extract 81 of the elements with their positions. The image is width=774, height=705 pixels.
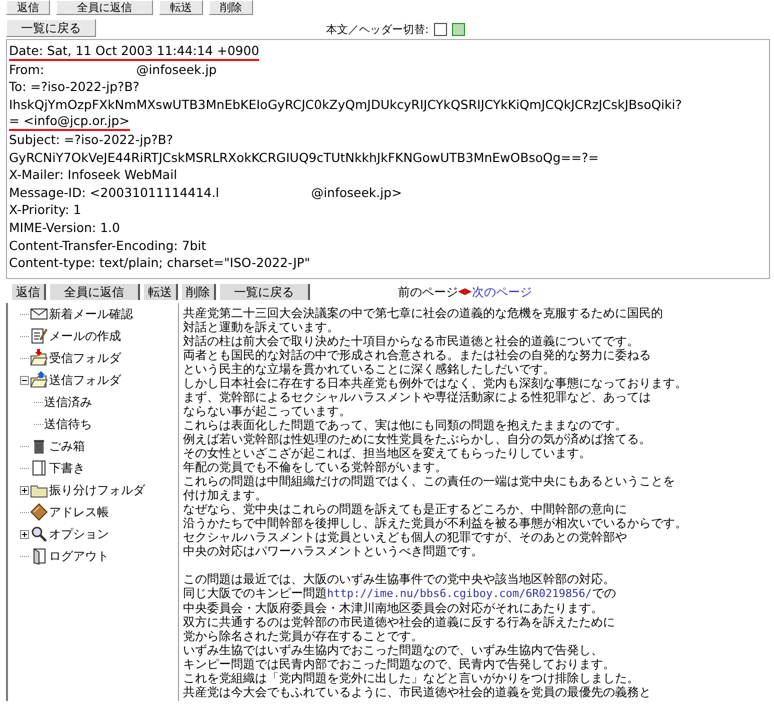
message-text: 付け加えます。 <box>183 488 268 502</box>
header-view-toggle[interactable] <box>452 23 465 36</box>
folder-tree-item[interactable]: ログアウト <box>49 548 109 564</box>
message-text: キンピー問題では民青内部でおこった問題なので、民青内で告発しております。 <box>183 657 616 671</box>
message-text: 例えば若い党幹部は性処理のために女性党員をたぶらかし、自分の気が済めば捨てる。 <box>183 432 652 446</box>
message-text: 党から除名された党員が存在することです。 <box>183 629 424 643</box>
message-text: この問題は最近では、大阪のいずみ生協事件での党中央や該当地区幹部の対応。 <box>183 572 616 586</box>
action-button[interactable]: 転送 <box>144 284 178 300</box>
message-text: まず、党幹部によるセクシャルハラスメントや専従活動家による性犯罪など、あっては <box>183 390 652 404</box>
document-pencil-icon[interactable] <box>30 327 48 345</box>
folder-tree-item[interactable]: オプション <box>49 526 109 542</box>
view-toggle-label: 本文／ヘッダー切替: <box>326 22 429 37</box>
header-line: MIME-Version: 1.0 <box>9 218 120 237</box>
message-text: 中央の対応はパワーハラスメントというべき問題です。 <box>183 544 484 558</box>
folder-tree-item[interactable]: 新着メール確認 <box>49 306 133 322</box>
action-button[interactable]: 全員に返信 <box>50 284 140 300</box>
folder-tree-item[interactable]: 送信待ち <box>44 416 92 432</box>
message-text: 両者とも国民的な対話の中で形成され合意される。または社会の自発的な努力に委ねる <box>183 348 652 362</box>
message-text: しかし日本社会に存在する日本共産党も例外ではなく、党内も深刻な事態になっております。 <box>183 376 687 390</box>
folder-arrow-icon[interactable] <box>30 371 48 389</box>
folder-tree-item[interactable]: メールの作成 <box>49 328 121 344</box>
message-text: その女性といざこざが起これば、担当地区を変えてもらったりしています。 <box>183 446 592 460</box>
header-line: Date: Sat, 11 Oct 2003 11:44:14 +0900 <box>9 43 260 61</box>
document-icon[interactable] <box>30 459 48 477</box>
folder-arrow-icon[interactable] <box>30 349 48 367</box>
expand-toggle[interactable] <box>20 486 29 494</box>
message-text: という民主的な立場を貫かれていることに深く感銘したしだいです。 <box>183 362 556 376</box>
message-text: なぜなら、党中央はこれらの問題を訴えても是正するどころか、中間幹部の意向に <box>183 502 628 516</box>
header-line: GyRCNiY7OkVeJE44RiRTJCskMSRLRXokKCRGIUQ9cTUtNkkhJkFKNGowUTB3MnEwOBsoQg==?= <box>9 148 599 166</box>
back-to-list-button[interactable]: 一覧に戻る <box>6 19 96 37</box>
previous-page-label: 前のページ <box>398 284 458 300</box>
message-text: セクシャルハラスメントは党員といえども個人の犯罪ですが、そのあとの党幹部や <box>183 530 628 544</box>
header-line: From: <box>9 60 44 78</box>
folder-tree-item[interactable]: 送信フォルダ <box>49 372 121 388</box>
toolbar-button[interactable]: 全員に返信 <box>56 0 153 14</box>
message-text: 対話の柱は前大会で取り決めた十項目からなる市民道徳と社会的道義についてです。 <box>183 334 640 348</box>
message-text: 双方に共通するのは党幹部の市民道徳や社会的道義に反する行為を訴えたために <box>183 615 616 629</box>
header-line: Subject: =?iso-2022-jp?B? <box>9 130 173 149</box>
header-line: @infoseek.jp <box>136 60 217 78</box>
message-text: 年配の党員でも不倫をしている党幹部がいます。 <box>183 460 448 474</box>
header-line: @infoseek.jp> <box>311 184 402 202</box>
body-view-toggle[interactable] <box>434 23 447 36</box>
message-text: 共産党第二十三回大会決議案の中で第七章に社会の道義的な危機を克服するために国民的 <box>183 306 664 320</box>
expand-toggle[interactable] <box>20 530 29 538</box>
folder-tree-item[interactable]: 下書き <box>49 460 85 476</box>
message-text: いずみ生協ではいずみ生協内でおこった問題なので、いずみ生協内で告発し、 <box>183 643 604 657</box>
folder-tree-item[interactable]: 振り分けフォルダ <box>49 482 145 498</box>
folder-tree-item[interactable]: 受信フォルダ <box>49 350 121 366</box>
header-line: X-Mailer: Infoseek WebMail <box>9 166 178 184</box>
header-line: Content-type: text/plain; charset="ISO-2022-JP" <box>9 254 310 272</box>
previous-page-arrow[interactable]: ◀ <box>458 287 465 297</box>
message-text: での <box>592 586 616 600</box>
message-text: これらの問題は中間組織だけの問題ではく、この責任の一端は党中央にもあるということを <box>183 474 676 488</box>
url-link[interactable]: http://ime.nu/bbs6.cgiboy.com/6R0219856/ <box>327 587 592 600</box>
message-text: 中央委員会・大阪府委員会・木津川南地区委員会の対応がそれにあたります。 <box>183 601 604 615</box>
action-button[interactable]: 一覧に戻る <box>220 284 310 300</box>
message-text: 沿うかたちで中間幹部を後押しし、訴えた党員が不利益を被る事態が相次いでいるからです。 <box>183 516 687 530</box>
next-page-arrow[interactable]: ▶ <box>464 287 472 297</box>
collapse-toggle[interactable] <box>20 376 29 384</box>
action-button[interactable]: 返信 <box>12 284 46 300</box>
folder-tree-item[interactable]: ごみ箱 <box>49 438 85 454</box>
action-button[interactable]: 削除 <box>182 284 216 300</box>
header-line: IhskQjYmOzpFXkNmMXswUTB3MnEbKEIoGyRCJC0kZyQmJDUkcyRIJCYkQSRIJCYkKiQmJCQkJCRzJCskJBsoQiki? <box>9 96 682 114</box>
folder-tree-item[interactable]: 送信済み <box>44 394 92 410</box>
folder-tree-item[interactable]: アドレス帳 <box>49 504 109 520</box>
header-line: Content-Transfer-Encoding: 7bit <box>9 236 206 254</box>
message-text: これらは表面化した問題であって、実は他にも同類の問題を抱えたままなのです。 <box>183 418 628 432</box>
message-text: 対話と運動を訴えています。 <box>183 320 340 334</box>
message-text: ならない事が起こっています。 <box>183 404 352 418</box>
message-text: 同じ大阪でのキンピー問題 <box>183 586 327 600</box>
toolbar-button[interactable]: 返信 <box>6 0 50 14</box>
toolbar-button[interactable]: 削除 <box>209 0 253 14</box>
next-page-link[interactable]: 次のページ <box>472 284 532 300</box>
message-text: 共産党は今大会でもふれているように、市民道徳や社会的道義を党員の最優先の義務と <box>183 685 652 699</box>
header-line: X-Priority: 1 <box>9 201 82 219</box>
magnifier-icon[interactable] <box>30 525 48 543</box>
message-text: これを党組織は「党内問題を党外に出した」などと言いがかりをつけ排除しました。 <box>183 671 640 685</box>
header-line: = <info@jcp.or.jp> <box>9 113 130 132</box>
header-line: Message-ID: <20031011114414.l <box>9 184 220 202</box>
header-line: To: =?iso-2022-jp?B? <box>9 78 140 96</box>
toolbar-button[interactable]: 転送 <box>159 0 203 14</box>
